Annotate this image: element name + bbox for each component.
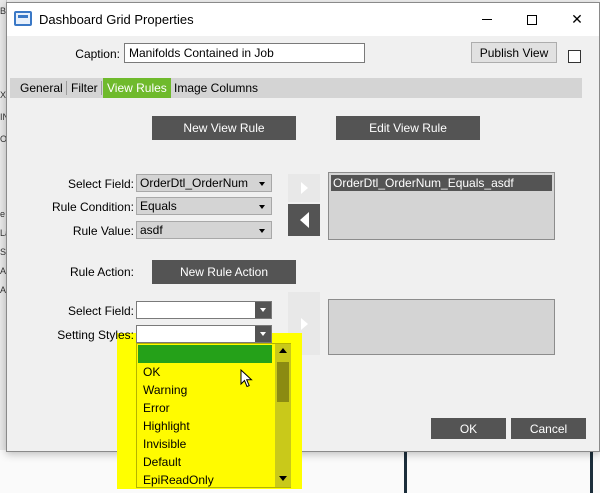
new-view-rule-button[interactable]: New View Rule: [152, 116, 296, 140]
scroll-thumb[interactable]: [277, 362, 289, 402]
setting-styles-dropdown-list[interactable]: OK Warning Error Highlight Invisible Def…: [136, 343, 291, 488]
publish-view-button[interactable]: Publish View: [471, 42, 557, 63]
close-icon: ✕: [571, 11, 583, 27]
setting-styles-dropdown[interactable]: [136, 325, 272, 343]
chevron-down-icon: [259, 229, 265, 233]
window-title: Dashboard Grid Properties: [39, 12, 194, 27]
background-divider: [590, 448, 593, 493]
chevron-down-icon: [259, 182, 265, 186]
dropdown-option-empty[interactable]: [138, 345, 272, 363]
tab-view-rules[interactable]: View Rules: [103, 78, 171, 98]
rule-value-value: asdf: [140, 223, 163, 237]
action-select-field-dropdown[interactable]: [136, 301, 272, 319]
cancel-button[interactable]: Cancel: [511, 418, 586, 439]
new-rule-action-button[interactable]: New Rule Action: [152, 260, 296, 284]
close-button[interactable]: ✕: [554, 3, 600, 36]
maximize-icon: [527, 14, 537, 25]
dropdown-option[interactable]: Error: [138, 399, 272, 417]
mouse-cursor-icon: [240, 369, 253, 388]
chevron-down-icon: [255, 326, 271, 342]
select-field-dropdown[interactable]: OrderDtl_OrderNum: [136, 174, 272, 192]
rule-condition-dropdown[interactable]: Equals: [136, 197, 272, 215]
tab-image-columns[interactable]: Image Columns: [170, 78, 262, 98]
chevron-down-icon: [259, 205, 265, 209]
scroll-up-icon[interactable]: [279, 348, 287, 353]
tab-strip: General Filter View Rules Image Columns: [10, 78, 582, 98]
dropdown-option[interactable]: EpiReadOnly: [138, 471, 272, 489]
select-field-value: OrderDtl_OrderNum: [140, 176, 249, 190]
arrow-right-icon: [300, 182, 308, 194]
caption-label: Caption:: [75, 47, 120, 61]
action-select-field-label: Select Field:: [67, 304, 134, 318]
maximize-button[interactable]: [509, 3, 555, 36]
select-field-label: Select Field:: [67, 177, 134, 191]
ok-button[interactable]: OK: [431, 418, 506, 439]
minimize-button[interactable]: [464, 3, 510, 36]
arrow-left-icon: [299, 212, 309, 228]
rule-value-label: Rule Value:: [72, 224, 134, 238]
dropdown-option[interactable]: Invisible: [138, 435, 272, 453]
rule-condition-value: Equals: [140, 199, 177, 213]
tab-separator: [101, 81, 102, 95]
scroll-down-icon[interactable]: [279, 476, 287, 481]
tab-filter[interactable]: Filter: [67, 78, 102, 98]
rule-action-label: Rule Action:: [69, 265, 134, 279]
bg-letter: e: [0, 209, 6, 219]
arrow-right-icon: [300, 317, 308, 330]
setting-styles-label: Setting Styles:: [57, 328, 134, 342]
publish-view-checkbox[interactable]: [568, 50, 581, 63]
rule-value-dropdown[interactable]: asdf: [136, 221, 272, 239]
app-window-icon: [14, 11, 32, 26]
list-item[interactable]: OrderDtl_OrderNum_Equals_asdf: [331, 175, 552, 191]
dropdown-option[interactable]: Default: [138, 453, 272, 471]
actions-list[interactable]: [328, 299, 555, 355]
add-rule-arrow-button[interactable]: [288, 174, 320, 202]
background-divider: [404, 448, 407, 493]
rules-list[interactable]: OrderDtl_OrderNum_Equals_asdf: [328, 172, 555, 240]
tab-general[interactable]: General: [16, 78, 67, 98]
chevron-down-icon: [255, 302, 271, 318]
rule-condition-label: Rule Condition:: [51, 200, 134, 214]
dropdown-scrollbar[interactable]: [275, 344, 291, 487]
caption-input[interactable]: Manifolds Contained in Job: [124, 43, 365, 63]
edit-view-rule-button[interactable]: Edit View Rule: [336, 116, 480, 140]
remove-rule-arrow-button[interactable]: [288, 204, 320, 236]
title-bar: Dashboard Grid Properties ✕: [7, 3, 599, 36]
minimize-icon: [482, 19, 492, 20]
dropdown-option[interactable]: Highlight: [138, 417, 272, 435]
